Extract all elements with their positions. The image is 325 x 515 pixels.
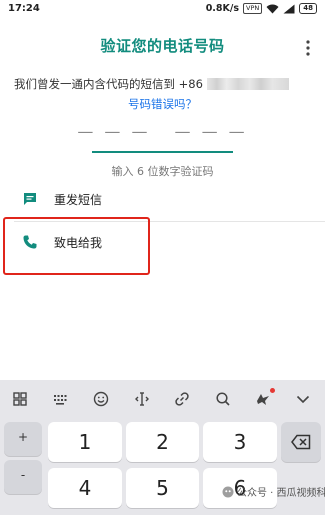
resend-sms-label: 重发短信 bbox=[54, 193, 103, 207]
minus-key-label: - bbox=[20, 468, 26, 482]
code-input[interactable]: — — — — — — bbox=[0, 122, 325, 141]
plus-key[interactable]: + bbox=[4, 422, 42, 456]
code-group-2: — — — bbox=[174, 122, 248, 141]
keyboard-toolbar bbox=[0, 380, 325, 418]
watermark-logo-icon bbox=[222, 486, 234, 497]
key-4[interactable]: 4 bbox=[48, 468, 122, 508]
description-text: 我们曾发一通内含代码的短信到 +86 bbox=[14, 77, 203, 91]
key-5-label: 5 bbox=[156, 476, 169, 500]
key-1-label: 1 bbox=[78, 430, 92, 454]
code-hint: 输入 6 位数字验证码 bbox=[111, 165, 214, 178]
watermark: 公众号 · 西瓜视频科技 bbox=[222, 484, 325, 499]
wifi-icon bbox=[266, 4, 279, 13]
wrong-number-link[interactable]: 号码错误吗？ bbox=[0, 96, 325, 112]
key-3-label: 3 bbox=[233, 430, 247, 454]
watermark-text: 公众号 · 西瓜视频科技 bbox=[237, 488, 325, 499]
key-1[interactable]: 1 bbox=[48, 422, 122, 462]
minus-key[interactable]: - bbox=[4, 460, 42, 494]
key-2-label: 2 bbox=[156, 430, 169, 454]
resend-sms-option[interactable]: 重发短信 bbox=[0, 179, 325, 219]
battery-icon: 48 bbox=[299, 3, 317, 14]
keyboard-icon[interactable] bbox=[51, 390, 69, 408]
redacted-number bbox=[206, 78, 289, 90]
message-icon bbox=[24, 193, 36, 205]
search-icon[interactable] bbox=[214, 390, 232, 408]
status-right: 0.8K/s VPN 48 bbox=[206, 3, 317, 14]
signal-icon bbox=[283, 4, 295, 13]
key-5[interactable]: 5 bbox=[126, 468, 199, 508]
highlight-box bbox=[3, 217, 150, 275]
grid-icon[interactable] bbox=[11, 390, 29, 408]
net-speed: 0.8K/s bbox=[205, 3, 240, 14]
status-time: 17:24 bbox=[8, 3, 40, 14]
status-bar: 17:24 0.8K/s VPN 48 bbox=[0, 0, 325, 20]
cursor-icon[interactable] bbox=[133, 390, 151, 408]
plus-key-label: + bbox=[17, 430, 29, 444]
code-group-1: — — — bbox=[77, 122, 151, 141]
chevron-down-icon[interactable] bbox=[294, 390, 312, 408]
backspace-icon bbox=[291, 434, 311, 450]
key-3[interactable]: 3 bbox=[203, 422, 277, 462]
notification-dot bbox=[270, 388, 275, 393]
vpn-badge: VPN bbox=[243, 3, 263, 14]
sms-description: 我们曾发一通内含代码的短信到 +86 bbox=[14, 76, 289, 92]
key-2[interactable]: 2 bbox=[126, 422, 199, 462]
more-vert-icon[interactable] bbox=[305, 40, 311, 56]
key-4-label: 4 bbox=[78, 476, 92, 500]
code-underline bbox=[92, 151, 233, 153]
link-icon[interactable] bbox=[173, 390, 191, 408]
page-title: 验证您的电话号码 bbox=[100, 37, 225, 55]
bird-icon[interactable] bbox=[254, 390, 272, 408]
emoji-icon[interactable] bbox=[92, 390, 110, 408]
backspace-key[interactable] bbox=[281, 422, 321, 462]
